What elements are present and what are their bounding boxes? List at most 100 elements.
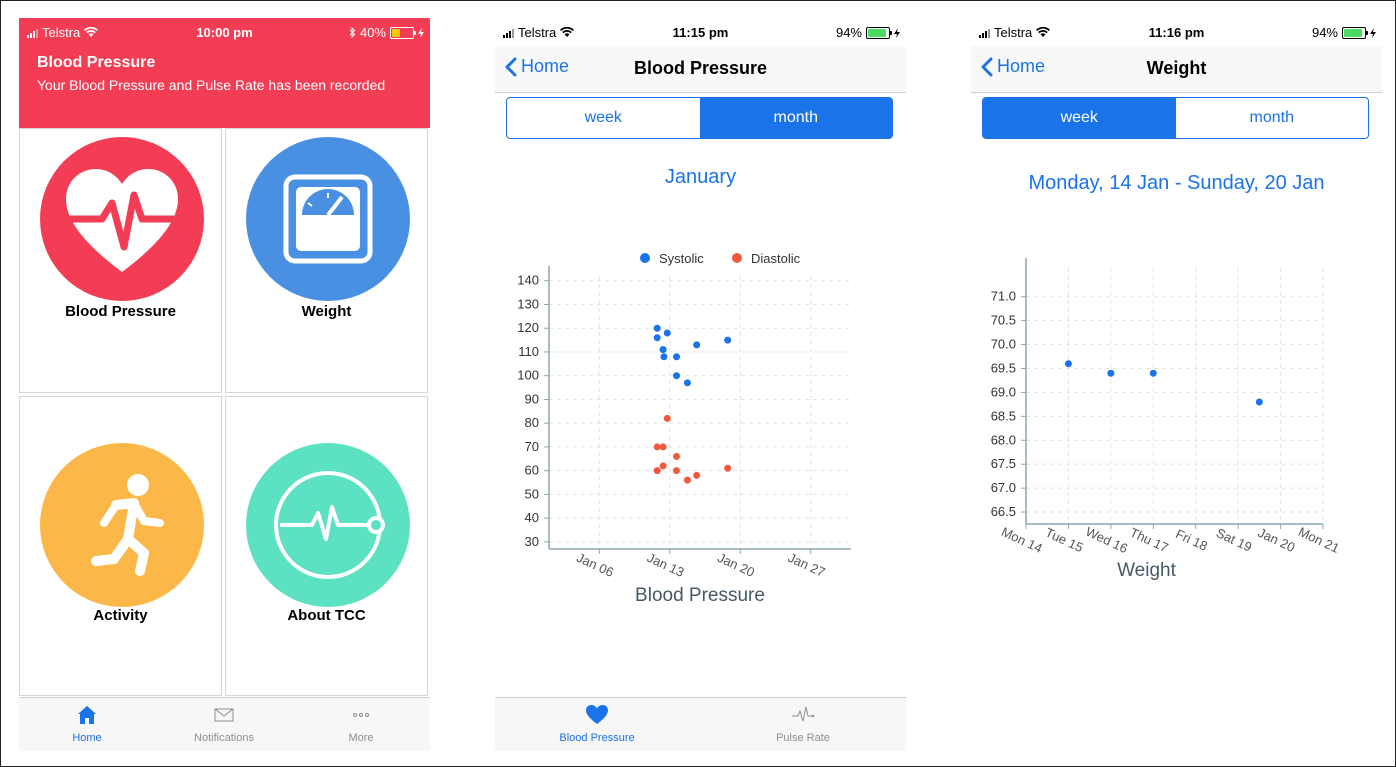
banner-message: Your Blood Pressure and Pulse Rate has b…: [37, 77, 386, 93]
period-segmented-control: week month: [506, 97, 893, 139]
weight-screen: Telstra 11:16 pm 94% Home Weight week mo…: [971, 18, 1382, 751]
x-axis-title: Weight: [1117, 560, 1177, 581]
page-title: Weight: [1146, 58, 1207, 78]
x-tick-label: Jan 20: [715, 550, 757, 580]
banner-title: Blood Pressure: [37, 54, 156, 71]
y-tick-label: 110: [518, 344, 539, 359]
y-tick-label: 70.0: [991, 337, 1016, 352]
tab-notifications[interactable]: Notifications: [164, 704, 284, 744]
page-title: Blood Pressure: [633, 58, 768, 78]
more-icon: [353, 713, 369, 717]
y-tick-label: 120: [517, 320, 539, 335]
nav-bar: Home Weight: [971, 46, 1382, 93]
segment-week[interactable]: week: [507, 98, 700, 138]
weight-tile[interactable]: Weight: [225, 128, 428, 393]
data-point: [673, 467, 681, 475]
tab-bar: Blood Pressure Pulse Rate: [495, 697, 906, 751]
period-segmented-control: week month: [982, 97, 1369, 139]
y-tick-label: 66.5: [991, 504, 1016, 519]
data-point: [653, 324, 661, 332]
battery-status: 94%: [836, 25, 900, 40]
tab-blood-pressure[interactable]: Blood Pressure: [537, 704, 657, 744]
x-tick-label: Wed 16: [1083, 524, 1130, 556]
blood-pressure-label: Blood Pressure: [65, 303, 176, 320]
tab-blood-pressure-label: Blood Pressure: [559, 732, 635, 744]
legend-label: Systolic: [659, 251, 704, 266]
x-tick-label: Thu 17: [1128, 525, 1171, 556]
x-tick-label: Jan 20: [1256, 525, 1298, 555]
legend-marker: [732, 253, 742, 263]
data-point: [1107, 369, 1115, 377]
y-tick-label: 69.0: [991, 384, 1016, 399]
legend-label: Diastolic: [751, 251, 801, 266]
battery-icon: [1342, 26, 1368, 39]
x-tick-label: Fri 18: [1173, 526, 1209, 554]
data-point: [1255, 398, 1263, 406]
blood-pressure-tile[interactable]: Blood Pressure: [19, 128, 222, 393]
y-tick-label: 40: [525, 510, 539, 525]
tab-bar: Home Notifications More: [19, 697, 430, 751]
tab-more[interactable]: More: [301, 704, 421, 744]
y-tick-label: 70: [525, 439, 539, 454]
y-tick-label: 50: [525, 486, 539, 501]
y-tick-label: 80: [525, 415, 539, 430]
tab-pulse-rate[interactable]: Pulse Rate: [743, 704, 863, 744]
charging-icon: [1370, 27, 1376, 38]
data-point: [693, 341, 701, 349]
segment-month[interactable]: month: [699, 98, 892, 138]
data-point: [673, 353, 681, 361]
segment-week[interactable]: week: [983, 98, 1176, 138]
runner-icon: [40, 443, 204, 607]
x-tick-label: Jan 13: [645, 550, 687, 580]
data-point: [659, 443, 667, 451]
y-tick-label: 71.0: [991, 289, 1016, 304]
tab-home[interactable]: Home: [27, 704, 147, 744]
data-point: [724, 336, 732, 344]
x-tick-label: Jan 27: [786, 550, 828, 580]
y-tick-label: 68.5: [991, 408, 1016, 423]
battery-icon: [390, 26, 416, 39]
y-tick-label: 70.5: [991, 313, 1016, 328]
data-point: [673, 452, 681, 460]
data-point: [683, 379, 691, 387]
y-tick-label: 100: [517, 368, 539, 383]
period-label: Monday, 14 Jan - Sunday, 20 Jan: [1028, 172, 1325, 194]
y-tick-label: 68.0: [991, 432, 1016, 447]
pulse-icon: [792, 706, 815, 722]
weight-chart: 66.5 67.0 67.5 68.0 68.5 69.0 69.5 70.0 70.5 71.0…: [991, 258, 1342, 581]
home-screen: Blood Pressure Your Blood Pressure and P…: [19, 18, 430, 751]
battery-percent: 94%: [835, 25, 862, 40]
y-tick-label: 67.5: [991, 456, 1016, 471]
battery-status: 94%: [1312, 25, 1376, 40]
blood-pressure-chart: 30 40 50 60 70 80 90 100 110 120 130 140 Jan 06 Jan 1…: [517, 251, 851, 606]
x-tick-label: Sat 19: [1214, 525, 1254, 554]
data-point: [659, 346, 667, 354]
x-tick-label: Tue 15: [1043, 525, 1086, 555]
activity-tile[interactable]: Activity: [19, 396, 222, 696]
y-tick-label: 69.5: [991, 360, 1016, 375]
activity-label: Activity: [93, 607, 148, 624]
data-point: [693, 471, 701, 479]
y-tick-label: 30: [525, 534, 539, 549]
battery-status: 40%: [349, 25, 424, 40]
data-point: [663, 329, 671, 337]
y-tick-label: 60: [525, 463, 539, 478]
ecg-circle-icon: [246, 443, 410, 607]
y-tick-label: 130: [517, 296, 539, 311]
x-tick-label: Jan 06: [574, 550, 616, 580]
y-tick-label: 67.0: [991, 480, 1016, 495]
status-bar: Telstra 11:15 pm 94%: [495, 18, 906, 46]
battery-percent: 40%: [359, 25, 386, 40]
about-tcc-tile[interactable]: About TCC: [225, 396, 428, 696]
charging-icon: [894, 27, 900, 38]
home-icon: [78, 706, 96, 724]
y-tick-label: 140: [517, 273, 539, 288]
tab-home-label: Home: [72, 732, 102, 744]
status-bar: Telstra 10:00 pm 40%: [19, 18, 430, 46]
segment-month[interactable]: month: [1176, 98, 1369, 138]
blood-pressure-screen: Telstra 11:15 pm 94% Home Blood Pressure…: [495, 18, 906, 751]
charging-icon: [418, 27, 424, 38]
data-point: [724, 464, 732, 472]
battery-percent: 94%: [1311, 25, 1338, 40]
data-point: [673, 372, 681, 380]
